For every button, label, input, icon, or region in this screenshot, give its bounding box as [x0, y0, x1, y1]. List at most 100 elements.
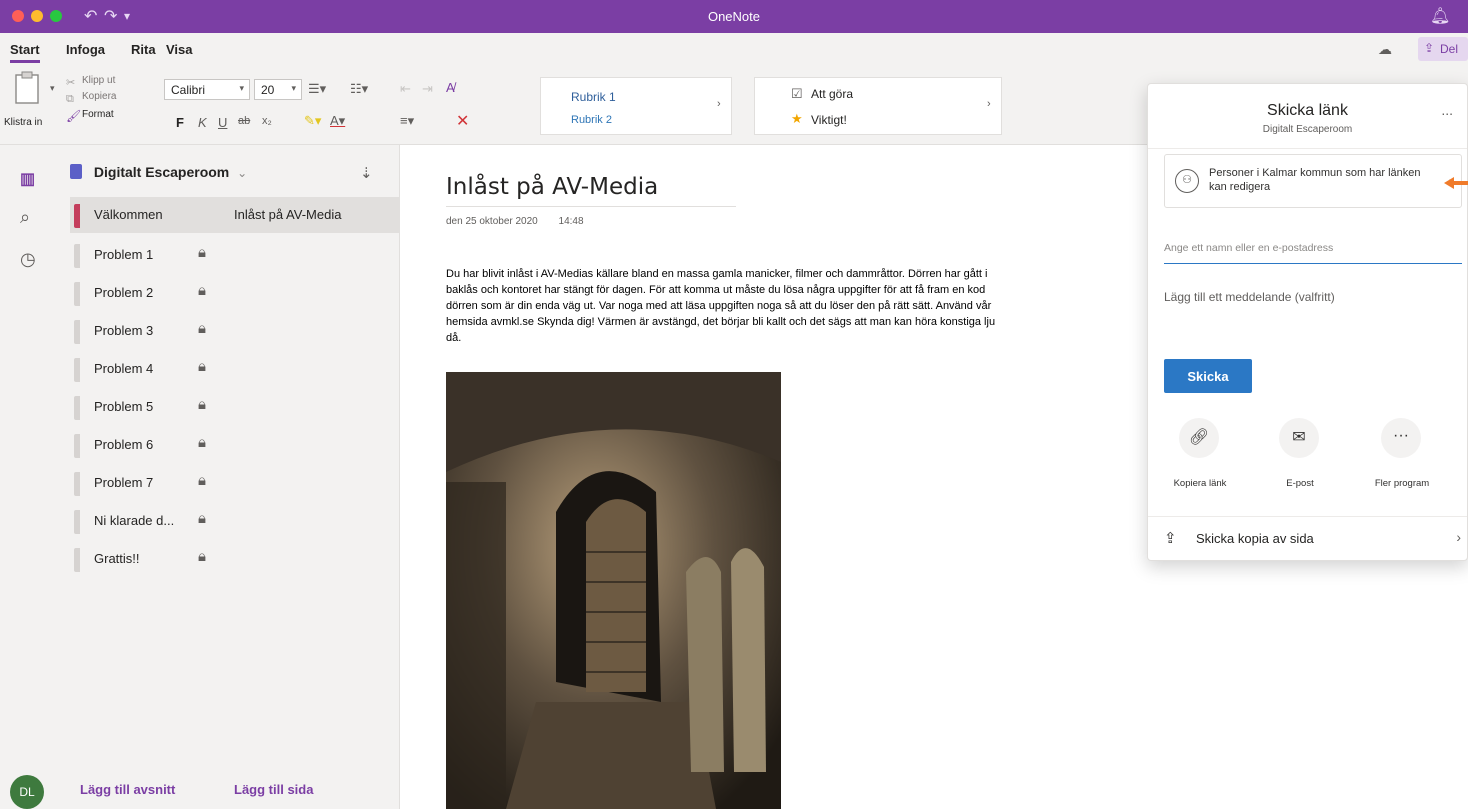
lock-icon: 🔒︎	[198, 282, 206, 299]
body-line: dörren som är din enda väg ut. Var noga …	[446, 300, 992, 312]
app-title: OneNote	[707, 9, 761, 24]
format-painter-button[interactable]: 🖌︎ Format	[66, 107, 114, 125]
recipient-input[interactable]: Ange ett namn eller en e-postadress	[1164, 234, 1462, 264]
annotation-arrow	[1444, 177, 1468, 189]
section-label: Problem 1	[94, 247, 154, 262]
font-color-icon[interactable]: A▾	[330, 113, 345, 129]
format-painter-icon: 🖌︎	[66, 109, 82, 123]
tag-todo[interactable]: Att göra	[811, 87, 853, 101]
paste-label: Klistra in	[4, 117, 43, 128]
tag-important[interactable]: Viktigt!	[811, 113, 847, 127]
underline-button[interactable]: U	[218, 115, 227, 130]
tab-visa[interactable]: Visa	[166, 42, 193, 57]
align-icon[interactable]: ≡▾	[400, 113, 414, 129]
notebook-icon	[70, 164, 82, 179]
page-title[interactable]: Inlåst på AV-Media	[446, 174, 658, 200]
notebooks-icon[interactable]: ▥	[20, 169, 35, 189]
copy-label: Kopiera	[82, 91, 117, 102]
chevron-down-icon: ▾	[239, 83, 244, 93]
share-panel-subtitle: Digitalt Escaperoom	[1262, 124, 1353, 135]
star-icon: ★	[791, 111, 803, 126]
font-size-select[interactable]: 20 ▾	[254, 79, 302, 100]
lock-icon: 🔒︎	[198, 396, 206, 413]
share-button[interactable]: ⇪ Del	[1418, 37, 1468, 61]
style-heading-2[interactable]: Rubrik 2	[571, 114, 612, 126]
people-icon: ⚇	[1175, 169, 1199, 193]
more-apps-option[interactable]: ··· Fler program	[1360, 418, 1444, 489]
chevron-right-icon[interactable]: ›	[717, 98, 721, 110]
section-item-problem-2[interactable]: Problem 2 🔒︎	[70, 275, 228, 311]
section-item-problem-7[interactable]: Problem 7 🔒︎	[70, 465, 228, 501]
section-item-problem-4[interactable]: Problem 4 🔒︎	[70, 351, 228, 387]
send-button[interactable]: Skicka	[1164, 359, 1252, 393]
section-color-tab	[74, 548, 80, 572]
font-name-select[interactable]: Calibri ▾	[164, 79, 250, 100]
section-item-problem-6[interactable]: Problem 6 🔒︎	[70, 427, 228, 463]
export-icon: ⇪	[1164, 530, 1177, 547]
copy-link-label: Kopiera länk	[1173, 478, 1227, 489]
divider	[1148, 148, 1467, 149]
message-input[interactable]: Lägg till ett meddelande (valfritt)	[1164, 284, 1462, 344]
page-date: den 25 oktober 2020	[446, 216, 538, 227]
sort-icon[interactable]: ⇣	[360, 164, 373, 182]
sync-icon[interactable]: ☁︎	[1378, 41, 1392, 58]
subscript-button[interactable]: x₂	[262, 115, 272, 127]
notebook-selector[interactable]: Digitalt Escaperoom ⌄	[70, 164, 247, 180]
chevron-down-icon: ⌄	[237, 166, 248, 180]
indent-icon[interactable]: ⇥	[422, 81, 433, 97]
recent-icon[interactable]: ◷	[20, 249, 36, 270]
strikethrough-button[interactable]: ab	[238, 115, 250, 127]
paste-dropdown-icon[interactable]: ▾	[50, 83, 55, 94]
send-copy-button[interactable]: ⇪ Skicka kopia av sida ›	[1148, 517, 1467, 561]
clear-formatting-icon[interactable]: A̸	[446, 80, 455, 95]
section-label: Välkommen	[94, 207, 163, 222]
highlight-icon[interactable]: ✎▾	[304, 113, 321, 129]
delete-icon[interactable]: ✕	[456, 111, 469, 131]
email-option[interactable]: ✉︎ E-post	[1258, 418, 1342, 489]
bell-icon[interactable]: 🔔︎	[1430, 6, 1450, 26]
section-color-tab	[74, 204, 80, 228]
numbering-icon[interactable]: ☷▾	[350, 81, 368, 97]
section-item-grattis[interactable]: Grattis!! 🔒︎	[70, 541, 228, 577]
italic-button[interactable]: K	[198, 115, 207, 130]
avatar[interactable]: DL	[10, 775, 44, 809]
link-permission-button[interactable]: ⚇ Personer i Kalmar kommun som har länke…	[1164, 154, 1462, 208]
page-item-inlast[interactable]: Inlåst på AV-Media	[234, 207, 341, 222]
section-item-problem-1[interactable]: Problem 1 🔒︎	[70, 237, 228, 273]
cellar-stairs-photo[interactable]	[446, 372, 781, 809]
section-item-ni-klarade[interactable]: Ni klarade d... 🔒︎	[70, 503, 228, 539]
page-body[interactable]: Du har blivit inlåst i AV-Medias källare…	[446, 266, 1146, 346]
lock-icon: 🔒︎	[198, 548, 206, 565]
bold-button[interactable]: F	[176, 115, 184, 130]
more-options-button[interactable]: ...	[1441, 102, 1453, 118]
format-label: Format	[82, 109, 114, 120]
page-date-row: den 25 oktober 2020 14:48	[446, 216, 584, 227]
paste-button[interactable]: Klistra in	[4, 69, 52, 133]
page-time: 14:48	[558, 216, 584, 227]
copy-button[interactable]: ⧉ Kopiera	[66, 89, 116, 107]
search-icon[interactable]: ⌕	[20, 207, 30, 228]
tab-rita[interactable]: Rita	[131, 42, 156, 57]
section-color-tab	[74, 510, 80, 534]
checkbox-icon: ☑	[791, 86, 803, 101]
font-name-value: Calibri	[171, 83, 206, 97]
outdent-icon[interactable]: ⇤	[400, 81, 411, 97]
copy-link-option[interactable]: 🔗︎ Kopiera länk	[1158, 418, 1242, 489]
send-copy-label: Skicka kopia av sida	[1196, 531, 1314, 546]
add-page-button[interactable]: Lägg till sida	[234, 782, 313, 797]
section-item-problem-3[interactable]: Problem 3 🔒︎	[70, 313, 228, 349]
title-bar: ↶ ↷ ▾ OneNote 🔔︎	[0, 0, 1468, 33]
section-item-problem-5[interactable]: Problem 5 🔒︎	[70, 389, 228, 425]
lock-icon: 🔒︎	[198, 244, 206, 261]
style-heading-1[interactable]: Rubrik 1	[571, 90, 616, 104]
section-color-tab	[74, 472, 80, 496]
bullets-icon[interactable]: ☰▾	[308, 81, 326, 97]
chevron-down-icon: ▾	[291, 83, 296, 93]
body-line: då.	[446, 332, 462, 344]
tab-infoga[interactable]: Infoga	[66, 42, 105, 57]
chevron-right-icon[interactable]: ›	[987, 98, 991, 110]
add-section-button[interactable]: Lägg till avsnitt	[80, 782, 175, 797]
tab-start[interactable]: Start	[10, 42, 40, 63]
title-underline	[446, 206, 736, 207]
cut-label: Klipp ut	[82, 75, 116, 86]
